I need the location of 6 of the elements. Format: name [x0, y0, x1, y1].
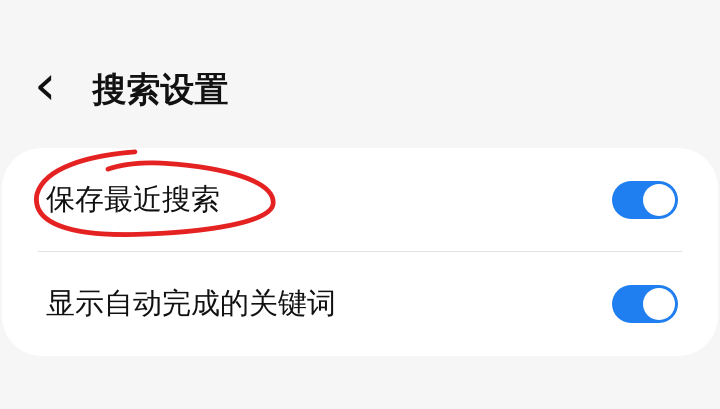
setting-label: 保存最近搜索 — [46, 180, 220, 218]
toggle-switch[interactable] — [612, 284, 678, 322]
back-button[interactable]: ‹ — [34, 58, 56, 122]
page-title: 搜索设置 — [92, 69, 228, 112]
setting-label: 显示自动完成的关键词 — [46, 284, 336, 322]
toggle-switch[interactable] — [612, 180, 678, 218]
